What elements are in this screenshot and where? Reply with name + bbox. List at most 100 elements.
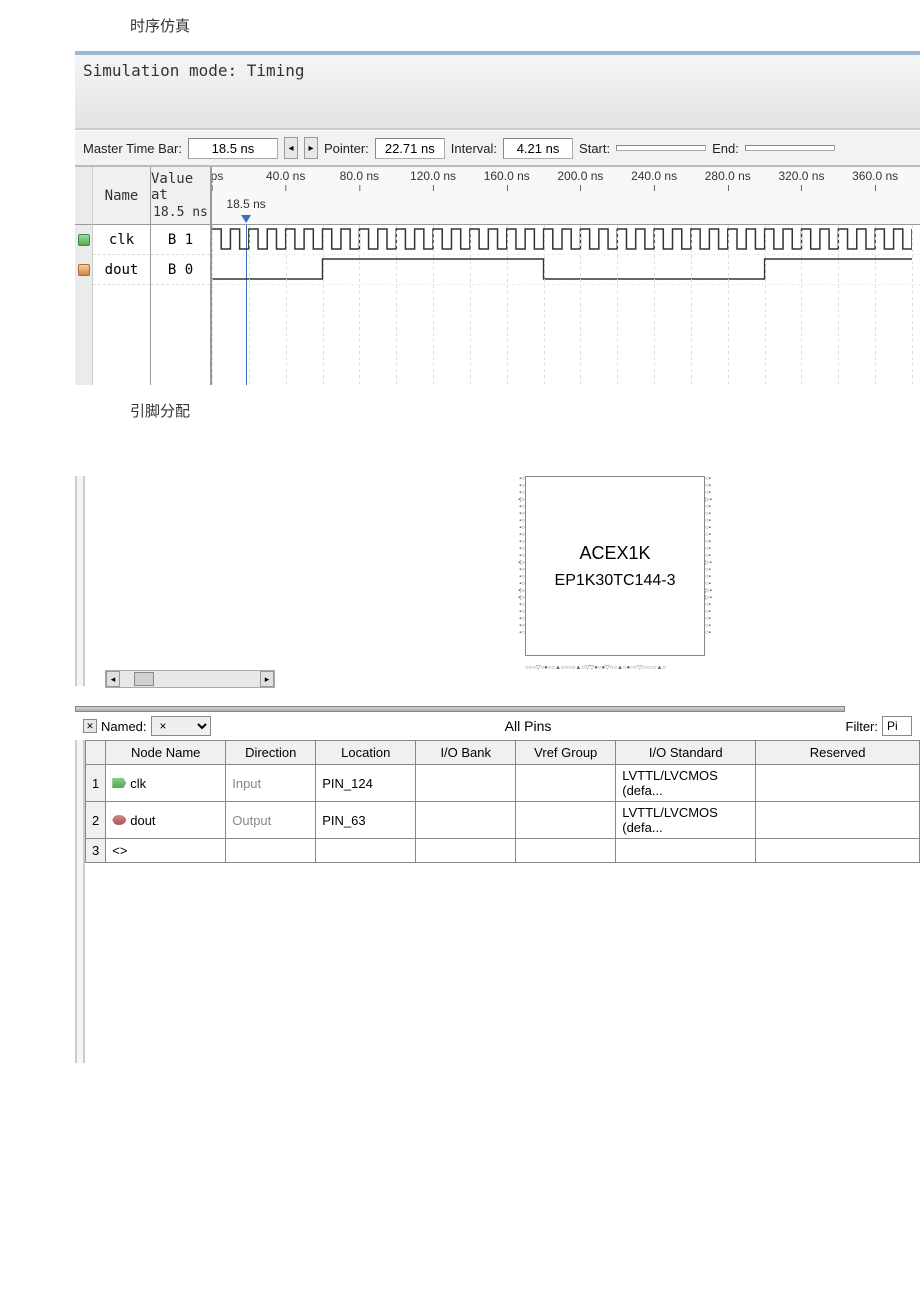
cell-node-name[interactable]: <> (106, 839, 226, 863)
chip-pin: ▪○ (509, 525, 525, 532)
chip-pin: ▪○ (509, 483, 525, 490)
filter-input[interactable] (882, 716, 912, 736)
signal-value-column: Value at 18.5 ns B 1 B 0 (151, 167, 211, 385)
cell-location[interactable]: PIN_124 (316, 765, 416, 802)
col-location[interactable]: Location (316, 741, 416, 765)
pointer-label: Pointer: (324, 141, 369, 156)
cell-iostd[interactable] (616, 839, 756, 863)
chip-pin: ○▪ (705, 609, 721, 616)
cell-vref[interactable] (516, 839, 616, 863)
master-timebar-value[interactable]: 18.5 ns (188, 138, 278, 159)
chip-pin: ○▪ (705, 504, 721, 511)
cell-iostd[interactable]: LVTTL/LVCMOS (defa... (616, 802, 756, 839)
section-label-timing: 时序仿真 (0, 0, 920, 51)
cell-iobank[interactable] (416, 839, 516, 863)
chip-pin: ○▪ (705, 483, 721, 490)
ruler-tick: 120.0 ns (410, 169, 456, 183)
table-row[interactable]: 2doutOutputPIN_63 LVTTL/LVCMOS (defa... (86, 802, 920, 839)
chip-pin: ▪○ (509, 553, 525, 560)
cell-iobank[interactable] (416, 765, 516, 802)
row-number: 2 (86, 802, 106, 839)
cell-location[interactable] (316, 839, 416, 863)
chip-pin: ○▪ (705, 539, 721, 546)
end-label: End: (712, 141, 739, 156)
chip-pin: ▷▪ (705, 560, 721, 567)
chip-pin: ▪○ (509, 602, 525, 609)
chip-pin: ○▪ (705, 511, 721, 518)
close-icon[interactable]: ✕ (83, 719, 97, 733)
col-vref[interactable]: Vref Group (516, 741, 616, 765)
table-dock-stub (75, 740, 85, 863)
start-value[interactable] (616, 145, 706, 151)
signal-name[interactable]: dout (93, 255, 150, 285)
chip-diagram[interactable]: ▪○▪○▪○▪▷▪○▪○▪○▪○▪○▪○▪○▪○▪▷▪○▪○▪○▪▷▪▷▪○▪○… (505, 476, 725, 676)
row-number: 3 (86, 839, 106, 863)
col-iobank[interactable]: I/O Bank (416, 741, 516, 765)
signal-name[interactable]: clk (93, 225, 150, 255)
chip-pin: ○▪ (705, 532, 721, 539)
pin-assignment-table[interactable]: Node Name Direction Location I/O Bank Vr… (85, 740, 920, 863)
waveform-row-clk (212, 225, 920, 255)
signal-icon-column (75, 167, 93, 385)
cell-vref[interactable] (516, 802, 616, 839)
ruler-tick: 200.0 ns (557, 169, 603, 183)
chip-device: EP1K30TC144-3 (555, 572, 676, 590)
input-pin-icon (112, 778, 126, 788)
chip-pin: ▪○ (509, 490, 525, 497)
cell-reserved[interactable] (756, 802, 920, 839)
ruler-tick: 0 ps (212, 169, 223, 183)
marker-handle[interactable] (241, 215, 251, 223)
scroll-left-button[interactable]: ◂ (106, 671, 120, 687)
chip-pin: ○▪ (705, 623, 721, 630)
interval-value: 4.21 ns (503, 138, 573, 159)
signal-value: B 1 (151, 225, 210, 255)
time-bar: Master Time Bar: 18.5 ns ◂ ▸ Pointer: 22… (75, 130, 920, 167)
col-reserved[interactable]: Reserved (756, 741, 920, 765)
output-pin-icon (78, 264, 90, 276)
chip-pin: ▪○ (509, 616, 525, 623)
col-node-name[interactable]: Node Name (106, 741, 226, 765)
ruler-tick: 80.0 ns (340, 169, 379, 183)
interval-label: Interval: (451, 141, 497, 156)
signal-value: B 0 (151, 255, 210, 285)
simulation-mode-text: Simulation mode: Timing (75, 55, 920, 130)
pin-view-canvas[interactable]: ◂ ▸ (105, 476, 275, 676)
ruler-tick: 280.0 ns (705, 169, 751, 183)
cell-node-name[interactable]: clk (106, 765, 226, 802)
waveform-canvas[interactable]: 0 ps40.0 ns80.0 ns120.0 ns160.0 ns200.0 … (212, 167, 920, 385)
chip-pins-bottom: ○○○▽○●○○▲○○○○▲○▽▽●○●▽○○▲○●○○▽○○○○▲○ (525, 665, 705, 672)
col-iostd[interactable]: I/O Standard (616, 741, 756, 765)
simulation-panel: Simulation mode: Timing Master Time Bar:… (75, 51, 920, 385)
cell-node-name[interactable]: dout (106, 802, 226, 839)
cell-direction[interactable] (226, 839, 316, 863)
end-value[interactable] (745, 145, 835, 151)
chip-pin: ○▪ (705, 490, 721, 497)
col-direction[interactable]: Direction (226, 741, 316, 765)
chip-pin: ○▪ (705, 574, 721, 581)
lower-dock-stub (75, 863, 85, 1063)
value-header: Value at (151, 171, 210, 203)
cell-vref[interactable] (516, 765, 616, 802)
chip-pin: ▪○ (509, 567, 525, 574)
name-header: Name (105, 188, 139, 204)
cell-iobank[interactable] (416, 802, 516, 839)
chip-pin: ▪▷ (509, 588, 525, 595)
table-row[interactable]: 3<> (86, 839, 920, 863)
cell-reserved[interactable] (756, 765, 920, 802)
timebar-prev-button[interactable]: ◂ (284, 137, 298, 159)
cell-direction[interactable]: Input (226, 765, 316, 802)
chip-pin: ▪▷ (509, 560, 525, 567)
cell-iostd[interactable]: LVTTL/LVCMOS (defa... (616, 765, 756, 802)
cell-reserved[interactable] (756, 839, 920, 863)
scroll-right-button[interactable]: ▸ (260, 671, 274, 687)
pin-filter-bar: ✕ Named: × All Pins Filter: (75, 712, 920, 740)
scroll-thumb[interactable] (134, 672, 154, 686)
horizontal-scrollbar[interactable]: ◂ ▸ (105, 670, 275, 688)
waveform-row-dout (212, 255, 920, 285)
table-row[interactable]: 1clkInputPIN_124LVTTL/LVCMOS (defa... (86, 765, 920, 802)
named-select[interactable]: × (151, 716, 211, 736)
cell-location[interactable]: PIN_63 (316, 802, 416, 839)
cell-direction[interactable]: Output (226, 802, 316, 839)
time-ruler: 0 ps40.0 ns80.0 ns120.0 ns160.0 ns200.0 … (212, 167, 920, 225)
timebar-next-button[interactable]: ▸ (304, 137, 318, 159)
